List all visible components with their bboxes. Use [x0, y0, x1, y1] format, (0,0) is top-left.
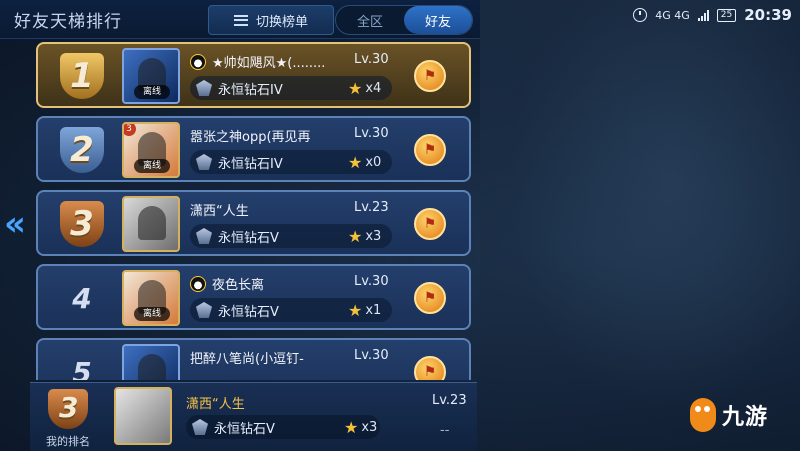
rank-number: 4 — [72, 281, 92, 315]
rank-badge: 2 — [50, 125, 114, 175]
rank-badge: 1 — [50, 51, 114, 101]
tier-name: 永恒钻石IV — [218, 156, 283, 172]
top-bar: 好友天梯排行 切换榜单 全区 好友 — [0, 0, 480, 39]
my-tier-pill: 永恒钻石V ★ x3 — [186, 415, 380, 439]
tier-name: 永恒钻石IV — [218, 82, 283, 98]
ranking-row[interactable]: 4 离线 夜色长离 Lv.30 永恒钻石V ★ x1 ⚑ — [36, 264, 471, 330]
signal-icon — [697, 9, 709, 21]
player-level: Lv.30 — [354, 52, 389, 67]
my-rank-badge: 3 — [44, 389, 92, 429]
player-name-text: 潇西“人生 — [190, 204, 249, 219]
avatar[interactable] — [122, 196, 180, 252]
avatar[interactable] — [122, 344, 180, 380]
my-tier-name: 永恒钻石V — [214, 421, 275, 437]
rank-badge: 4 — [50, 273, 114, 323]
my-rank-number: 3 — [59, 391, 79, 424]
avatar[interactable]: 离线 — [122, 48, 180, 104]
jiuyou-logo: 九游 — [690, 398, 768, 432]
star-icon: ★ — [348, 300, 363, 320]
star-count: x4 — [365, 80, 382, 96]
logo-text: 九游 — [722, 405, 769, 430]
tier-pill: 永恒钻石V ★ x3 — [190, 224, 392, 248]
rank-number: 3 — [70, 204, 94, 244]
tier-name: 永恒钻石V — [218, 230, 279, 246]
offline-tag: 离线 — [134, 85, 170, 99]
star-count: x3 — [365, 228, 382, 244]
diamond-tier-icon — [192, 419, 208, 435]
rank-badge: 3 — [50, 199, 114, 249]
player-name-text: 把醉八笔尚(小逗钉- — [190, 352, 304, 367]
my-level: Lv.23 — [432, 393, 467, 408]
avatar-level-badge: 3 — [124, 124, 136, 136]
diamond-tier-icon — [196, 80, 212, 96]
ranking-row[interactable]: 3 潇西“人生 Lv.23 永恒钻石V ★ x3 ⚑ — [36, 190, 471, 256]
tier-name: 永恒钻石V — [218, 304, 279, 320]
player-name-text: 嚣张之神opp(再见再 — [190, 130, 311, 145]
collapse-arrow-icon[interactable]: « — [4, 204, 26, 244]
switch-leaderboard-label: 切换榜单 — [255, 14, 308, 30]
avatar[interactable]: 离线 — [122, 270, 180, 326]
my-avatar[interactable] — [114, 387, 172, 445]
battery-indicator: 25 — [716, 8, 737, 22]
ranking-row[interactable]: 2 3 离线 嚣张之神opp(再见再 Lv.30 永恒钻石IV ★ x0 ⚑ — [36, 116, 471, 182]
my-extra-value: -- — [440, 423, 450, 438]
qq-penguin-icon — [190, 53, 206, 70]
tier-pill: 永恒钻石V ★ x1 — [190, 298, 392, 322]
ranking-row[interactable]: 5 把醉八笔尚(小逗钉- Lv.30 ⚑ — [36, 338, 471, 380]
player-level: Lv.23 — [354, 200, 389, 215]
invite-button[interactable]: ⚑ — [414, 134, 446, 166]
status-bar: 4G 4G 25 20:39 — [633, 6, 792, 24]
player-name-text: ★帅如飓风★(........ — [212, 56, 326, 71]
my-name: 潇西“人生 — [186, 397, 245, 412]
star-icon: ★ — [348, 226, 363, 246]
background-art — [480, 0, 800, 450]
rank-number: 5 — [72, 355, 92, 381]
tab-group: 全区 好友 — [335, 5, 473, 35]
star-icon: ★ — [344, 417, 359, 437]
qq-penguin-icon — [190, 275, 206, 292]
player-name-text: 夜色长离 — [212, 278, 265, 293]
my-rank-label: 我的排名 — [46, 435, 90, 448]
star-count: x0 — [365, 154, 382, 170]
diamond-tier-icon — [196, 302, 212, 318]
jiuyou-mascot-icon — [690, 398, 716, 432]
my-rank-bar: 3 我的排名 潇西“人生 Lv.23 永恒钻石V ★ x3 -- — [30, 382, 477, 451]
invite-button[interactable]: ⚑ — [414, 282, 446, 314]
invite-button[interactable]: ⚑ — [414, 208, 446, 240]
alarm-clock-icon — [633, 8, 648, 22]
tier-pill: 永恒钻石IV ★ x0 — [190, 150, 392, 174]
my-star-count: x3 — [361, 419, 378, 435]
tier-pill: 永恒钻石IV ★ x4 — [190, 76, 392, 100]
diamond-tier-icon — [196, 154, 212, 170]
offline-tag: 离线 — [134, 159, 170, 173]
tab-all-region[interactable]: 全区 — [336, 6, 404, 34]
player-level: Lv.30 — [354, 126, 389, 141]
ranking-list: 1 离线 ★帅如飓风★(........ Lv.30 永恒钻石IV ★ x4 ⚑… — [36, 42, 471, 380]
rank-badge: 5 — [50, 347, 114, 381]
list-icon — [233, 14, 248, 26]
player-level: Lv.30 — [354, 274, 389, 289]
star-icon: ★ — [348, 78, 363, 98]
star-icon: ★ — [348, 152, 363, 172]
network-label: 4G 4G — [655, 8, 690, 22]
rank-number: 2 — [70, 130, 94, 170]
star-count: x1 — [365, 302, 382, 318]
status-time: 20:39 — [744, 6, 792, 24]
invite-button[interactable]: ⚑ — [414, 356, 446, 380]
tab-friends[interactable]: 好友 — [404, 6, 472, 34]
ranking-row[interactable]: 1 离线 ★帅如飓风★(........ Lv.30 永恒钻石IV ★ x4 ⚑ — [36, 42, 471, 108]
player-level: Lv.30 — [354, 348, 389, 363]
invite-button[interactable]: ⚑ — [414, 60, 446, 92]
switch-leaderboard-button[interactable]: 切换榜单 — [208, 5, 334, 35]
diamond-tier-icon — [196, 228, 212, 244]
page-title: 好友天梯排行 — [14, 12, 122, 32]
avatar[interactable]: 3 离线 — [122, 122, 180, 178]
rank-number: 1 — [70, 56, 94, 96]
offline-tag: 离线 — [134, 307, 170, 321]
